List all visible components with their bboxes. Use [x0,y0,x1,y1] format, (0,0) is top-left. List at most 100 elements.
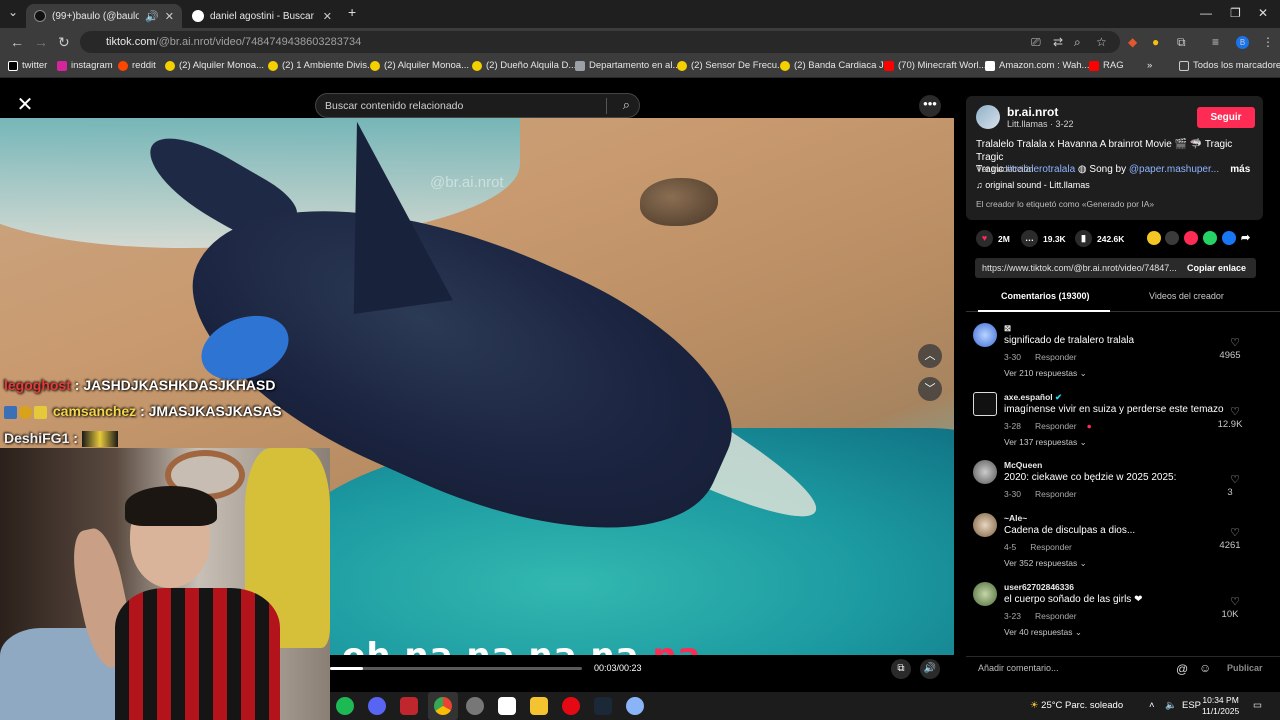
close-tab-icon[interactable]: ✕ [165,10,174,23]
view-replies-link[interactable]: Ver 352 respuestas ⌄ [1004,558,1087,569]
publish-button[interactable]: Publicar [1227,663,1263,673]
weather-widget[interactable]: ☀ 25°C Parc. soleado [1030,700,1123,711]
extensions-puzzle-icon[interactable]: ⧉ [1177,35,1186,50]
mention-link[interactable]: @paper.mashuper... [1129,164,1219,175]
all-bookmarks-folder[interactable]: Todos los marcadores [1179,60,1280,71]
tab-creator-videos[interactable]: Videos del creador [1149,291,1224,301]
like-button[interactable]: ♥ 2M [976,230,1010,247]
bookmark-reddit[interactable]: reddit [118,60,156,71]
opera-icon[interactable] [562,697,580,715]
volume-tray-icon[interactable]: 🔈 [1165,700,1177,711]
steam-icon[interactable] [594,697,612,715]
spotify-icon[interactable] [336,697,354,715]
author-name[interactable]: br.ai.nrot [1007,105,1058,119]
bookmark-item[interactable]: Amazon.com : Wah... [985,60,1089,71]
commenter-name[interactable]: McQueen [1004,460,1042,470]
commenter-name[interactable]: axe.español ✔ [1004,392,1062,403]
bookmark-item[interactable]: (2) 1 Ambiente Divis... [268,60,375,71]
bookmark-twitter[interactable]: twitter [8,60,47,71]
previous-video-icon[interactable]: ︿ [918,344,942,368]
tab-comments[interactable]: Comentarios (19300) [1001,291,1090,301]
comment-like-icon[interactable]: ♡ [1230,473,1240,486]
emoji-icon[interactable]: ☺ [1199,661,1211,675]
comment-like-icon[interactable]: ♡ [1230,336,1240,349]
next-video-icon[interactable]: ﹀ [918,377,942,401]
zoom-icon[interactable]: ⌕ [1074,35,1081,50]
copy-link-button[interactable]: Copiar enlace [1187,263,1246,273]
mention-icon[interactable]: @ [1176,662,1188,676]
file-explorer-icon[interactable] [530,697,548,715]
embed-icon[interactable] [1165,231,1179,245]
close-window-icon[interactable]: ✕ [1258,6,1268,20]
comment-input[interactable]: Añadir comentario... [978,663,1059,673]
bookmark-item[interactable]: (2) Dueño Alquila D... [472,60,576,71]
author-avatar[interactable] [976,105,1000,129]
app-icon[interactable] [400,697,418,715]
view-replies-link[interactable]: Ver 210 respuestas ⌄ [1004,368,1087,379]
extension-icon[interactable]: ◆ [1128,35,1137,49]
app-icon[interactable] [498,697,516,715]
tray-overflow-icon[interactable]: ˄ [1149,700,1155,711]
related-search-input[interactable]: Buscar contenido relacionado ⌕ [315,93,640,118]
commenter-avatar[interactable] [973,582,997,606]
language-indicator[interactable]: ESP [1182,700,1201,711]
tab-google[interactable]: daniel agostini - Buscar con Go ✕ [184,4,340,28]
restore-icon[interactable]: ❐ [1230,6,1241,20]
bookmark-item[interactable]: RAG [1089,60,1124,71]
chrome-icon[interactable] [434,697,452,715]
bookmark-item[interactable]: (2) Alquiler Monoa... [370,60,469,71]
send-icon[interactable] [1184,231,1198,245]
progress-bar[interactable] [330,667,582,670]
follow-button[interactable]: Seguir [1197,107,1255,128]
menu-kebab-icon[interactable]: ⋮ [1262,35,1274,49]
bookmarks-overflow-button[interactable]: » [1147,60,1152,71]
bookmark-item[interactable]: (2) Banda Cardiaca J... [780,60,892,71]
discord-icon[interactable] [368,697,386,715]
tab-search-icon[interactable]: ⌄ [8,5,18,19]
app-icon[interactable] [626,697,644,715]
translate-link[interactable]: Ver traducción [976,164,1034,174]
floating-player-icon[interactable]: ⧉ [891,659,911,679]
bookmark-item[interactable]: (2) Alquiler Monoa... [165,60,264,71]
minimize-icon[interactable]: — [1200,6,1212,20]
back-icon[interactable]: ← [10,34,24,50]
reload-icon[interactable]: ↻ [58,34,70,51]
profile-avatar[interactable]: B [1236,36,1249,49]
reply-link[interactable]: Responder [1035,489,1077,499]
obs-icon[interactable] [466,697,484,715]
view-replies-link[interactable]: Ver 137 respuestas ⌄ [1004,437,1087,448]
extension-icon[interactable]: ● [1152,35,1159,49]
share-arrow-icon[interactable]: ➦ [1241,231,1255,245]
system-clock[interactable]: 10:34 PM 11/1/2025 [1202,695,1239,717]
cast-icon[interactable]: ⎚ [1031,35,1041,50]
bookmark-item[interactable]: Departamento en al... [575,60,680,71]
new-tab-button[interactable]: + [348,4,356,20]
url-field[interactable]: tiktok.com/@br.ai.nrot/video/74847494386… [80,31,1120,53]
share-link-field[interactable]: https://www.tiktok.com/@br.ai.nrot/video… [982,263,1177,273]
view-replies-link[interactable]: Ver 40 respuestas ⌄ [1004,627,1082,638]
reply-link[interactable]: Responder [1030,542,1072,552]
reading-list-icon[interactable]: ≡ [1212,35,1219,49]
close-video-icon[interactable]: ✕ [14,94,36,116]
commenter-avatar[interactable] [973,460,997,484]
close-tab-icon[interactable]: ✕ [323,10,332,23]
facebook-icon[interactable] [1222,231,1236,245]
commenter-name[interactable]: ~Ale~ [1004,513,1027,523]
volume-icon[interactable]: 🔊 [920,659,940,679]
comment-like-icon[interactable]: ♡ [1230,405,1240,418]
reply-link[interactable]: Responder [1035,421,1077,431]
save-button[interactable]: ▮ 242.6K [1075,230,1124,247]
commenter-name[interactable]: ⊠ [1004,323,1011,334]
notifications-icon[interactable]: ▭ [1253,700,1262,711]
more-options-icon[interactable]: ••• [919,95,941,117]
bookmark-instagram[interactable]: instagram [57,60,113,71]
sound-link[interactable]: ♫ original sound - Litt.llamas [976,180,1090,190]
commenter-avatar[interactable] [973,323,997,347]
comment-like-icon[interactable]: ♡ [1230,595,1240,608]
bookmark-star-icon[interactable]: ☆ [1096,35,1107,49]
speaker-icon[interactable]: 🔊 [145,10,159,23]
bookmark-item[interactable]: (2) Sensor De Frecu... [677,60,785,71]
comment-like-icon[interactable]: ♡ [1230,526,1240,539]
comment-button[interactable]: … 19.3K [1021,230,1066,247]
commenter-name[interactable]: user62702846336 [1004,582,1074,592]
